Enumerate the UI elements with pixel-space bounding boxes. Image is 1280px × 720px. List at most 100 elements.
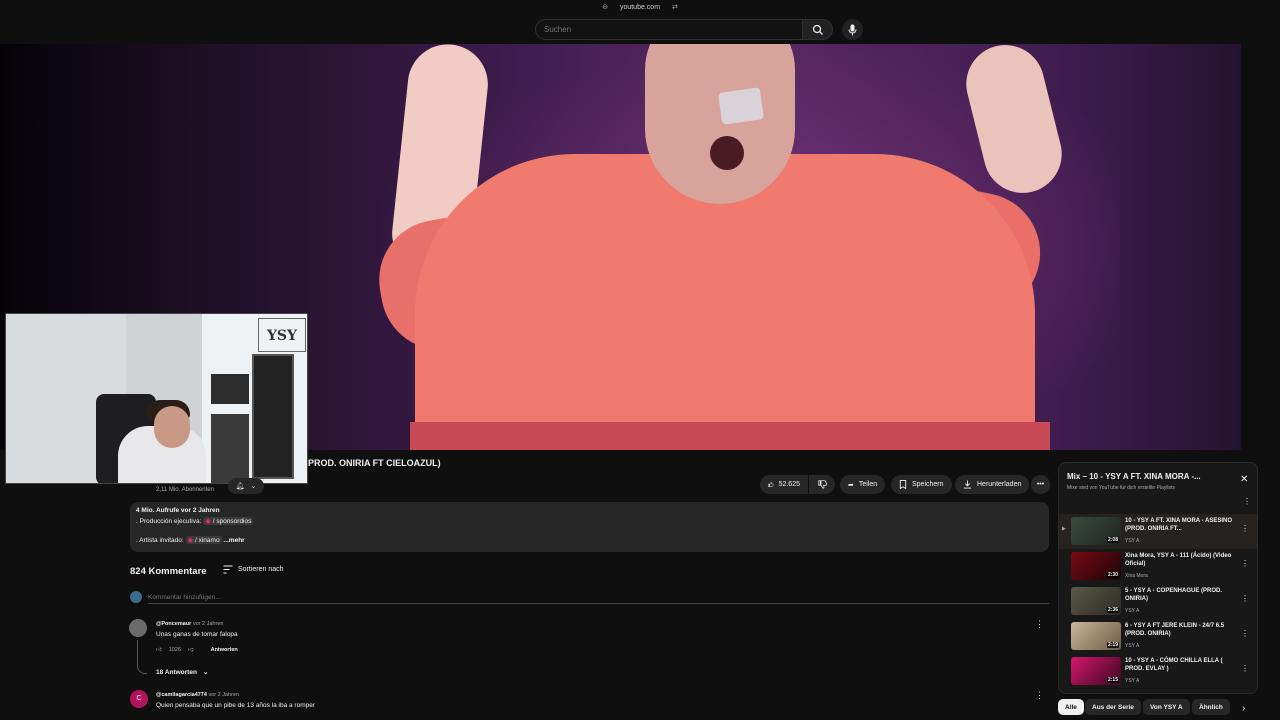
playlist-title[interactable]: Mix – 10 - YSY A FT. XINA MORA -... [1067, 472, 1237, 481]
notifications-button[interactable]: 🔔︎ ⌄ [228, 478, 264, 494]
more-horiz-icon: ••• [1036, 481, 1045, 488]
comment-author[interactable]: @Poncemaur [156, 621, 191, 627]
item-menu-icon[interactable]: ⋮ [1241, 559, 1249, 568]
subscriber-count: 2,11 Mio. Abonnenten [156, 487, 214, 493]
close-icon[interactable]: ✕ [1240, 475, 1248, 485]
description-line-2: . Artista invitado: ◉ / xinamo ...mehr [136, 536, 1043, 544]
link-icon: ⊖ [602, 4, 608, 11]
reply-button[interactable]: Antworten [211, 647, 238, 653]
playlist-item-channel: YSY A [1125, 608, 1140, 614]
video-duration: 2:19 [1106, 642, 1119, 648]
item-menu-icon[interactable]: ⋮ [1241, 664, 1249, 673]
more-actions-button[interactable]: ••• [1031, 475, 1050, 494]
description-line-2-text: . Artista invitado: [136, 537, 184, 544]
bell-icon: 🔔︎ [235, 483, 245, 490]
performer-cap [717, 87, 765, 125]
replies-count: 18 Antworten [156, 668, 197, 676]
thread-line [137, 640, 147, 674]
playlist-item[interactable]: 2:15 10 - YSY A - CÓMO CHILLA ELLA ( PRO… [1059, 654, 1257, 689]
thumbs-up-icon [768, 481, 774, 488]
playlist-item-title[interactable]: 10 - YSY A FT. XINA MORA - ASESINO (PROD… [1125, 517, 1233, 533]
comment-text: Unas ganas de tomar falopa [156, 631, 238, 638]
channel-link-xinamora-text: / xinamo [195, 537, 220, 544]
item-menu-icon[interactable]: ⋮ [1241, 524, 1249, 533]
comment-menu-icon[interactable]: ⋮ [1035, 618, 1044, 630]
download-icon [963, 480, 972, 489]
download-label: Herunterladen [977, 481, 1022, 488]
playlist-item-channel: Xina Mora [1125, 573, 1148, 579]
performer-pants [410, 422, 1050, 450]
video-description[interactable]: 4 Mio. Aufrufe vor 2 Jahren . Producción… [130, 502, 1049, 552]
comment-time: vor 2 Jahren [192, 621, 224, 627]
playlist-subtitle: Mixe sind von YouTube für dich erstellte… [1067, 485, 1175, 491]
show-replies-button[interactable]: 18 Antworten ⌄ [156, 668, 209, 677]
chip-from-channel[interactable]: Von YSY A [1143, 699, 1190, 715]
video-thumbnail[interactable]: 2:36 [1071, 587, 1121, 615]
microphone-icon [848, 24, 857, 35]
share-button[interactable]: ➦ Teilen [840, 475, 886, 494]
sort-label: Sortieren nach [238, 566, 284, 573]
comment-like-count: 1026 [168, 647, 181, 653]
sort-comments-button[interactable]: Sortieren nach [223, 565, 284, 574]
mix-playlist-panel: Mix – 10 - YSY A FT. XINA MORA -... Mixe… [1058, 462, 1258, 694]
channel-link-sponsordios-text: / sponsordios [212, 518, 252, 525]
search-button[interactable] [803, 19, 833, 40]
playlist-item[interactable]: ▶ 2:08 10 - YSY A FT. XINA MORA - ASESIN… [1059, 514, 1257, 549]
instagram-icon: ◉ [205, 518, 211, 525]
now-playing-icon: ▶ [1062, 526, 1066, 532]
channel-link-sponsordios[interactable]: ◉ / sponsordios [203, 517, 254, 525]
comment-menu-icon[interactable]: ⋮ [1035, 689, 1044, 701]
url-text: youtube.com [619, 4, 661, 11]
download-button[interactable]: Herunterladen [955, 475, 1030, 494]
description-line-1-text: . Producción ejecutiva: [136, 518, 202, 525]
comment-header: @Poncemaur vor 2 Jahren [156, 621, 223, 627]
chip-all[interactable]: Alle [1058, 699, 1084, 715]
tune-icon[interactable]: ⇄ [672, 3, 678, 11]
item-menu-icon[interactable]: ⋮ [1241, 594, 1249, 603]
channel-link-xinamora[interactable]: ◉ / xinamo [185, 536, 222, 544]
show-more-link[interactable]: ...mehr [223, 537, 244, 544]
chevron-down-icon: ⌄ [202, 669, 209, 676]
search-icon [812, 24, 823, 35]
search-input[interactable] [535, 19, 803, 40]
video-thumbnail[interactable]: 2:08 [1071, 517, 1121, 545]
performer-head [645, 44, 795, 204]
comments-count: 824 Kommentare [130, 566, 207, 577]
video-thumbnail[interactable]: 2:15 [1071, 657, 1121, 685]
comment-avatar[interactable]: C [130, 690, 148, 708]
share-icon: ➦ [848, 481, 854, 489]
playlist-item[interactable]: 2:19 6 - YSY A FT JERE KLEIN - 24/7 6.5 … [1059, 619, 1257, 654]
comment-avatar[interactable] [129, 619, 147, 637]
comment-header: @camilagarcia4774 vor 2 Jahren [156, 692, 239, 698]
playlist-item-title[interactable]: 10 - YSY A - CÓMO CHILLA ELLA ( PROD. EV… [1125, 657, 1233, 673]
save-label: Speichern [912, 481, 944, 488]
video-duration: 2:08 [1106, 537, 1119, 543]
thumbs-up-icon[interactable]: 👍︎ [156, 647, 162, 653]
comment-text: Quien pensaba que un pibe de 13 años la … [156, 702, 316, 709]
playlist-item[interactable]: 2:30 Xina Mora, YSY A - 111 (Ácido) (Vid… [1059, 549, 1257, 584]
chevron-down-icon: ⌄ [250, 483, 257, 490]
sort-icon [223, 565, 233, 574]
chip-from-series[interactable]: Aus der Serie [1085, 699, 1141, 715]
playlist-item-title[interactable]: Xina Mora, YSY A - 111 (Ácido) (Video Of… [1125, 552, 1233, 568]
browser-url-bar[interactable]: ⊖ youtube.com ⇄ [0, 3, 1280, 11]
chip-related[interactable]: Ähnlich [1192, 699, 1230, 715]
instagram-icon: ◉ [187, 537, 194, 544]
playlist-menu-icon[interactable]: ⋮ [1243, 497, 1251, 506]
chevron-right-icon[interactable]: › [1242, 703, 1245, 714]
item-menu-icon[interactable]: ⋮ [1241, 629, 1249, 638]
streamer-face [154, 406, 190, 448]
save-button[interactable]: Speichern [891, 475, 952, 494]
like-button[interactable]: 52.625 [760, 475, 808, 494]
thumbs-down-icon[interactable]: 👎︎ [188, 647, 194, 653]
comment-author[interactable]: @camilagarcia4774 [156, 692, 207, 698]
video-thumbnail[interactable]: 2:19 [1071, 622, 1121, 650]
voice-search-button[interactable] [842, 19, 863, 40]
playlist-item-title[interactable]: 6 - YSY A FT JERE KLEIN - 24/7 6.5 (PROD… [1125, 622, 1233, 638]
room-shelf-lower [211, 414, 249, 483]
playlist-item[interactable]: 2:36 5 - YSY A - COPENHAGUE (PROD. ONIRI… [1059, 584, 1257, 619]
playlist-item-title[interactable]: 5 - YSY A - COPENHAGUE (PROD. ONIRIA) [1125, 587, 1233, 603]
video-thumbnail[interactable]: 2:30 [1071, 552, 1121, 580]
add-comment-input[interactable] [148, 591, 1049, 604]
dislike-button[interactable] [809, 475, 835, 494]
